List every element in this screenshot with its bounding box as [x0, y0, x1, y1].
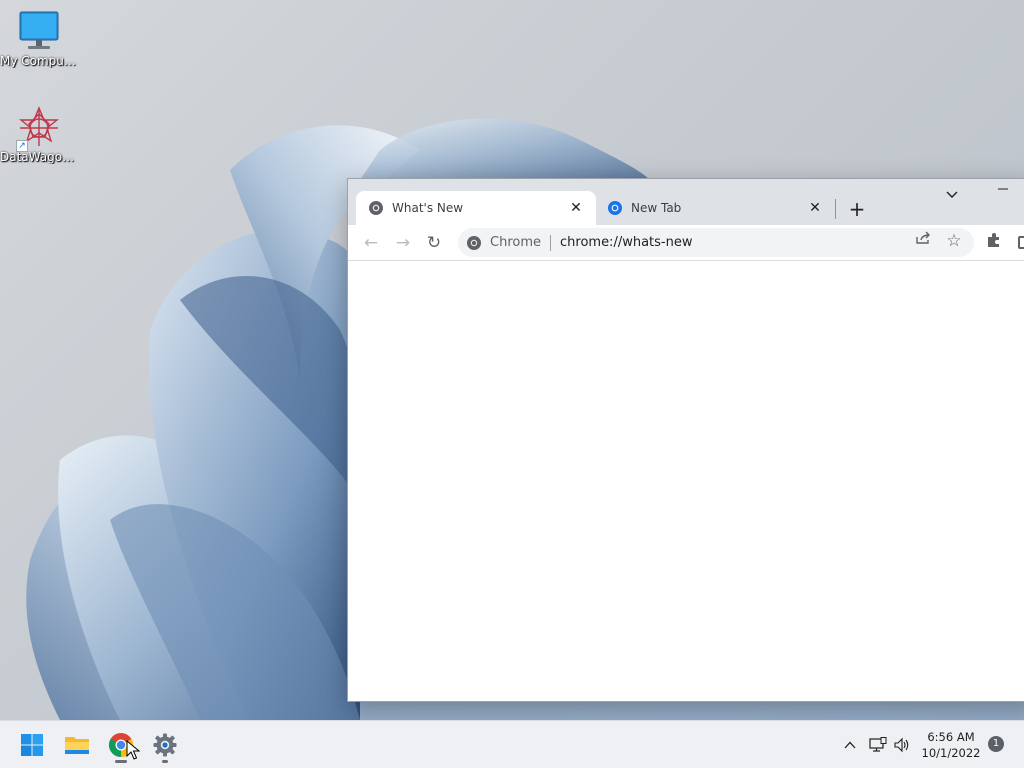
gear-icon [153, 733, 177, 757]
tab-title: What's New [392, 201, 464, 215]
network-icon[interactable] [867, 734, 889, 756]
extensions-puzzle-icon[interactable] [984, 232, 1004, 252]
minimize-button[interactable] [983, 179, 1023, 207]
desktop-icon-label: DataWagon... [0, 150, 78, 164]
tab-close-icon[interactable]: ✕ [805, 198, 825, 218]
url-text[interactable]: chrome://whats-new [560, 235, 692, 250]
desktop-icon-label: My Computer [0, 54, 78, 68]
desktop-icon-datawagon[interactable]: ↗ DataWagon... [0, 106, 78, 164]
settings-taskbar-button[interactable] [146, 726, 184, 764]
running-indicator [162, 760, 168, 763]
chrome-blue-icon [607, 200, 623, 216]
file-explorer-button[interactable] [58, 726, 96, 764]
clock-time: 6:56 AM [927, 730, 975, 744]
volume-icon[interactable] [891, 734, 913, 756]
minimize-icon [998, 188, 1008, 190]
chrome-window: What's New ✕ New Tab ✕ + ← → ↻ Chrome ch… [347, 178, 1024, 702]
chevron-down-icon [946, 191, 958, 198]
running-indicator [115, 760, 127, 763]
browser-toolbar: ← → ↻ Chrome chrome://whats-new ☆ [348, 225, 1024, 261]
omnibox-divider [550, 234, 551, 251]
side-panel-icon[interactable] [1018, 236, 1024, 249]
taskbar-clock[interactable]: 6:56 AM 10/1/2022 [918, 729, 984, 761]
address-bar[interactable]: Chrome chrome://whats-new [458, 228, 974, 257]
start-button[interactable] [13, 726, 51, 764]
monitor-icon [16, 10, 62, 54]
folder-icon [65, 737, 89, 754]
tab-strip: What's New ✕ New Tab ✕ + [348, 179, 1024, 225]
chevron-up-icon [844, 741, 856, 749]
reload-button[interactable]: ↻ [419, 228, 449, 258]
share-icon[interactable] [913, 231, 933, 251]
back-button[interactable]: ← [356, 228, 386, 258]
page-content [348, 261, 1024, 701]
tab-separator [835, 199, 836, 219]
tab-new-tab[interactable]: New Tab ✕ [595, 191, 835, 225]
mouse-cursor-icon [126, 740, 140, 760]
new-tab-button[interactable]: + [844, 196, 870, 222]
forward-button[interactable]: → [388, 228, 418, 258]
chrome-icon [368, 200, 384, 216]
datawagon-app-icon: ↗ [16, 106, 62, 152]
desktop-icon-my-computer[interactable]: My Computer [0, 10, 78, 68]
bookmark-star-icon[interactable]: ☆ [944, 231, 964, 251]
tab-search-button[interactable] [940, 183, 964, 207]
tab-whats-new[interactable]: What's New ✕ [356, 191, 596, 225]
taskbar: 6:56 AM 10/1/2022 [0, 720, 1024, 768]
chrome-icon [466, 235, 482, 251]
windows-start-icon [21, 734, 43, 756]
tab-title: New Tab [631, 201, 682, 215]
show-hidden-icons-button[interactable] [839, 734, 861, 756]
notification-count-badge[interactable]: 1 [988, 736, 1004, 752]
tab-close-icon[interactable]: ✕ [566, 198, 586, 218]
clock-date: 10/1/2022 [921, 746, 981, 760]
site-chip-label: Chrome [490, 235, 541, 250]
shortcut-arrow-icon: ↗ [16, 140, 28, 152]
